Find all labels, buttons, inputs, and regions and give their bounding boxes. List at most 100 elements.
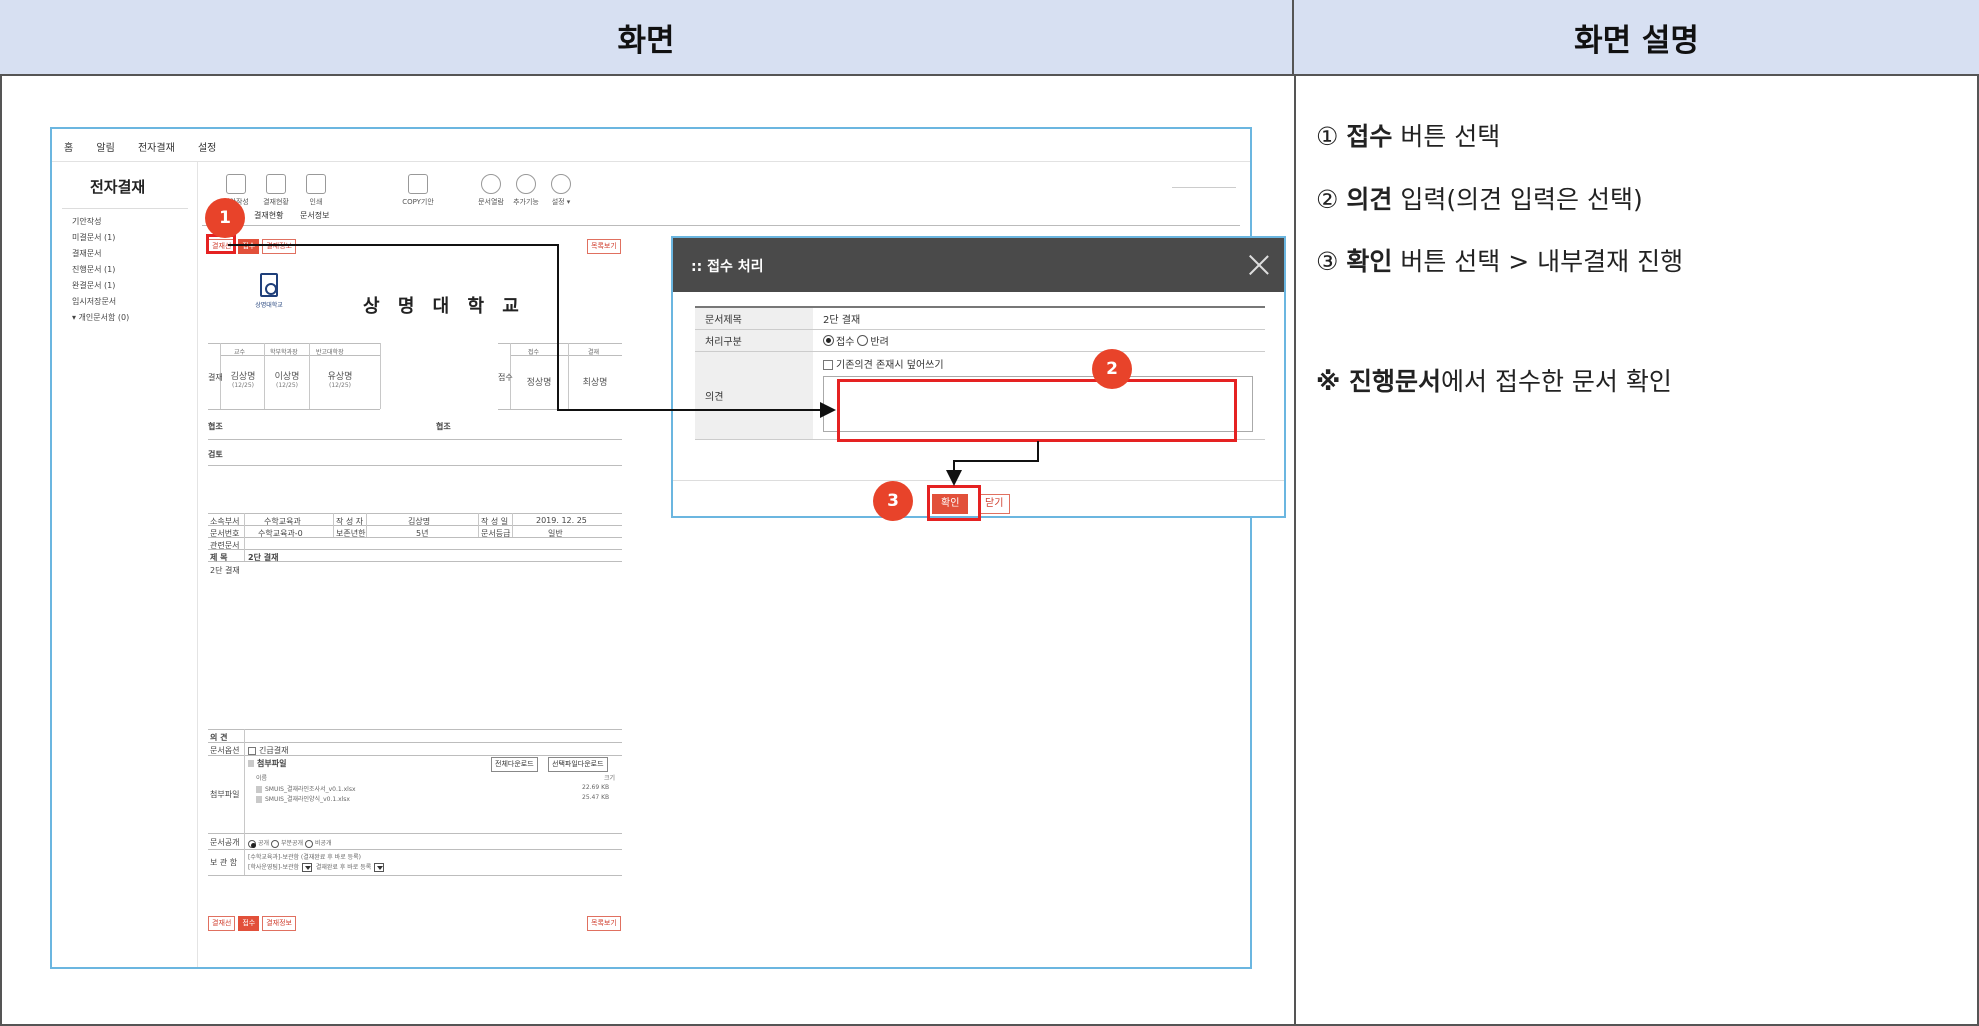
receive-button-bottom[interactable]: 접수 [238, 916, 260, 931]
sidebar-item-personal[interactable]: ▾ 개인문서함 (0) [72, 312, 129, 328]
arrow-2-segment [953, 460, 1039, 462]
approval-line-button-bottom[interactable]: 결재선 [208, 916, 236, 931]
overwrite-checkbox[interactable]: 기존의견 존재시 덮어쓰기 [823, 356, 944, 371]
approval-head: 교수 [234, 349, 246, 356]
urgent-approval-checkbox[interactable]: 긴급결재 [248, 745, 288, 756]
file-row[interactable]: SMUIS_결재라인조사서_v0.1.xlsx [256, 784, 356, 793]
step-text: 입력(의견 입력은 선택) [1392, 185, 1643, 214]
list-button[interactable]: 목록보기 [587, 239, 621, 254]
approval-info-button[interactable]: 결재정보 [262, 239, 296, 254]
cooperation-label-2: 협조 [436, 422, 451, 431]
receipt-label: 접수 [498, 373, 513, 382]
arrow-down-icon [946, 470, 962, 486]
download-selected-button[interactable]: 선택파일다운로드 [548, 757, 608, 772]
opinion-label: 의견 [695, 352, 813, 439]
search-field[interactable] [1172, 180, 1236, 188]
approval-info-button-bottom[interactable]: 결재정보 [262, 916, 296, 931]
nav-home[interactable]: 홈 [64, 143, 73, 154]
excel-file-icon [256, 796, 262, 803]
tab-divider [202, 225, 1240, 226]
approver-1: 김상명 (12/25) [230, 372, 256, 389]
approver-2: 이상명 (12/25) [274, 372, 300, 389]
description-note: ※ 진행문서에서 접수한 문서 확인 [1316, 362, 1672, 398]
description-step-1: ① 접수 버튼 선택 [1316, 117, 1500, 153]
screen-column-header: 화면 [0, 0, 1294, 76]
university-logo: 상명대학교 [252, 273, 286, 319]
approval-head: 반고대학장 [316, 349, 344, 356]
step-number: ② [1316, 185, 1339, 214]
file-row[interactable]: SMUIS_결재라인양식_v0.1.xlsx [256, 794, 350, 803]
nav-alerts[interactable]: 알림 [96, 143, 114, 154]
sidebar-title: 전자결재 [90, 178, 146, 196]
close-button[interactable]: 닫기 [978, 494, 1011, 514]
arrow-1-segment [557, 409, 821, 411]
dialog-title: :: 접수 처리 [691, 259, 764, 275]
tab-document-info[interactable]: 문서정보 [300, 211, 329, 220]
step-keyword: 확인 [1346, 247, 1393, 276]
approval-head: 학부학과장 [270, 349, 298, 356]
receive-button[interactable]: 접수 [238, 239, 260, 254]
description-column-header: 화면 설명 [1294, 0, 1979, 76]
cooperation-label: 협조 [208, 422, 223, 431]
arrow-1-segment [557, 244, 559, 410]
list-button-bottom[interactable]: 목록보기 [587, 916, 621, 931]
toolbar-print[interactable]: 인쇄 [290, 174, 342, 207]
plus-icon [516, 174, 536, 194]
close-icon[interactable] [1248, 254, 1270, 276]
nav-settings[interactable]: 설정 [198, 143, 216, 154]
process-label: 처리구분 [695, 330, 813, 351]
receipt-head: 결재 [588, 349, 600, 356]
reject-radio[interactable] [857, 335, 869, 346]
gear-icon [551, 174, 571, 194]
doc-title-label: 문서제목 [695, 308, 813, 329]
description-step-3: ③ 확인 버튼 선택 > 내부결재 진행 [1316, 242, 1683, 278]
view-icon [481, 174, 501, 194]
arrow-1-segment [228, 244, 558, 246]
process-options: 접수 반려 [813, 330, 1265, 351]
attachment-title: 첨부파일 [248, 758, 286, 769]
approval-label: 결재 [208, 373, 223, 382]
nav-approval[interactable]: 전자결재 [138, 143, 175, 154]
sidebar-item-in-progress[interactable]: 진행문서 (1) [72, 264, 129, 280]
dropdown-arrow-icon [302, 863, 313, 872]
highlight-opinion-field [837, 379, 1237, 442]
step-badge-3: 3 [873, 481, 913, 521]
step-badge-2: 2 [1092, 349, 1132, 389]
dropdown-arrow-icon [374, 863, 385, 872]
bottom-action-buttons: 결재선 접수 결재정보 [208, 916, 296, 931]
download-all-button[interactable]: 전체다운로드 [491, 757, 538, 772]
description-step-2: ② 의견 입력(의견 입력은 선택) [1316, 180, 1643, 216]
sidebar-item-pending[interactable]: 미결문서 (1) [72, 232, 129, 248]
sidebar-item-approved[interactable]: 결재문서 [72, 248, 129, 264]
toolbar-copy-draft[interactable]: COPY기안 [392, 174, 444, 207]
sidebar-item-completed[interactable]: 완결문서 (1) [72, 280, 129, 296]
copy-icon [408, 174, 428, 194]
step-text: 버튼 선택 [1392, 122, 1501, 151]
receiver-2: 최상명 [582, 378, 608, 388]
archive-selects[interactable]: [학사운영팀]-보관함 결재완료 후 바로 등록 [248, 862, 385, 872]
document-body: 2단 결재 [210, 566, 240, 575]
sidebar-item-draft[interactable]: 기안작성 [72, 216, 129, 232]
note-mark: ※ [1316, 367, 1350, 396]
note-keyword: 진행문서 [1349, 367, 1442, 396]
document-icon [226, 174, 246, 194]
attachment-icon [248, 760, 254, 767]
tab-approval-status[interactable]: 결재현황 [254, 211, 283, 220]
arrow-right-icon [820, 402, 836, 418]
sidebar-item-temp[interactable]: 임시저장문서 [72, 296, 129, 312]
receive-dialog: :: 접수 처리 문서제목 2단 결재 처리구분 접수 반려 의견 기존의견 존… [671, 236, 1286, 518]
receive-radio[interactable] [823, 335, 834, 346]
logo-emblem-icon [260, 273, 278, 297]
document-subject: 2단 결재 [248, 553, 279, 562]
step-text: 버튼 선택 > 내부결재 진행 [1392, 247, 1684, 276]
note-text: 에서 접수한 문서 확인 [1441, 367, 1672, 396]
toolbar-settings[interactable]: 설정 ▾ [535, 174, 587, 207]
university-name: 상 명 대 학 교 [363, 296, 525, 317]
arrow-2-segment [1037, 441, 1039, 461]
toolbar: 기안작성 결재현황 인쇄 COPY기안 문서열람 추가기능 설정 ▾ [200, 162, 1250, 234]
step-number: ① [1316, 122, 1339, 151]
disclosure-options[interactable]: 공개 부분공개 비공개 [248, 838, 332, 848]
receipt-head: 접수 [528, 349, 540, 356]
step-keyword: 의견 [1346, 185, 1393, 214]
excel-file-icon [256, 786, 262, 793]
